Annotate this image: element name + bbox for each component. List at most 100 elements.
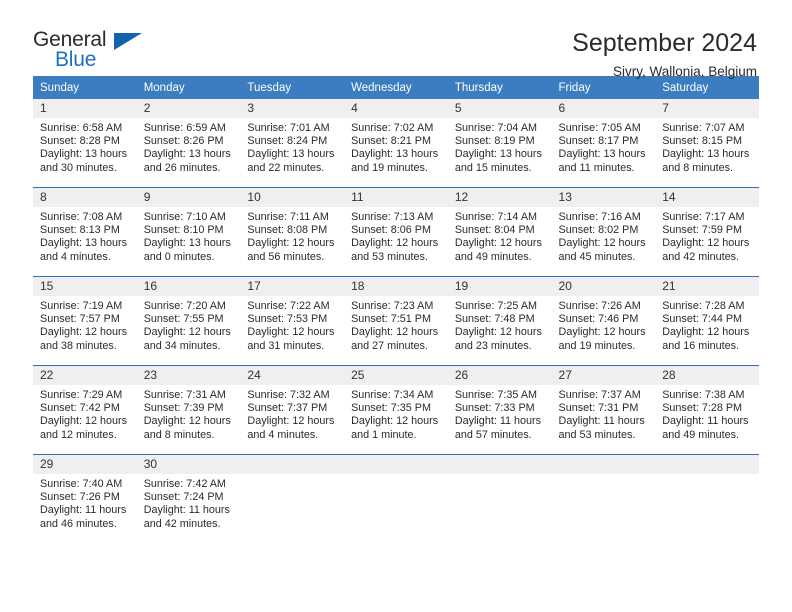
day-cell[interactable]: 13 Sunrise: 7:16 AM Sunset: 8:02 PM Dayligh… xyxy=(551,187,656,277)
day-cell[interactable]: 18 Sunrise: 7:23 AM Sunset: 7:51 PM Dayligh… xyxy=(344,276,448,366)
sunrise-text: Sunrise: 7:28 AM xyxy=(662,300,745,312)
day-cell[interactable]: 16 Sunrise: 7:20 AM Sunset: 7:55 PM Dayligh… xyxy=(136,276,241,366)
day-number: 27 xyxy=(551,366,656,385)
sunrise-text: Sunrise: 7:35 AM xyxy=(454,389,538,401)
day-cell[interactable]: 25 Sunrise: 7:34 AM Sunset: 7:35 PM Dayligh… xyxy=(344,365,448,455)
day-number: 22 xyxy=(33,366,137,385)
sunset-text: Sunset: 8:08 PM xyxy=(247,224,328,237)
sunset-text: Sunset: 7:28 PM xyxy=(662,402,743,415)
daylight-text-line1: Daylight: 12 hours xyxy=(558,237,646,250)
day-cell[interactable]: 17 Sunrise: 7:22 AM Sunset: 7:53 PM Dayligh… xyxy=(240,276,345,366)
sunset-text: Sunset: 7:53 PM xyxy=(247,313,328,326)
daylight-text-line1: Daylight: 12 hours xyxy=(351,237,439,250)
daylight-text-line1: Daylight: 13 hours xyxy=(558,148,646,161)
day-cell[interactable]: 2 Sunrise: 6:59 AM Sunset: 8:26 PM Daylight… xyxy=(136,99,241,188)
sunrise-text: Sunrise: 7:32 AM xyxy=(247,389,330,401)
day-cell-empty xyxy=(447,454,552,543)
daylight-text-line1: Daylight: 11 hours xyxy=(143,504,230,517)
day-cell[interactable]: 10 Sunrise: 7:11 AM Sunset: 8:08 PM Dayligh… xyxy=(240,187,345,277)
day-cell[interactable]: 23 Sunrise: 7:31 AM Sunset: 7:39 PM Dayligh… xyxy=(136,365,241,455)
daylight-text-line2: and 12 minutes. xyxy=(40,428,117,441)
daylight-text-line2: and 8 minutes. xyxy=(662,161,734,174)
daylight-text-line1: Daylight: 13 hours xyxy=(247,148,335,161)
day-cell[interactable]: 21 Sunrise: 7:28 AM Sunset: 7:44 PM Dayligh… xyxy=(655,276,759,366)
daylight-text-line2: and 8 minutes. xyxy=(143,428,215,441)
sunrise-text: Sunrise: 7:31 AM xyxy=(143,389,226,401)
day-cell-empty xyxy=(240,454,345,543)
daylight-text-line2: and 53 minutes. xyxy=(351,250,428,263)
day-number: 29 xyxy=(33,455,137,474)
day-cell[interactable]: 8 Sunrise: 7:08 AM Sunset: 8:13 PM Daylight… xyxy=(33,187,137,277)
week-row: 15 Sunrise: 7:19 AM Sunset: 7:57 PM Dayligh… xyxy=(33,276,759,366)
daylight-text-line2: and 1 minute. xyxy=(351,428,417,441)
sunrise-text: Sunrise: 6:59 AM xyxy=(143,122,226,134)
sunrise-text: Sunrise: 7:07 AM xyxy=(662,122,745,134)
day-number: 12 xyxy=(447,188,552,207)
day-number: 3 xyxy=(240,99,345,118)
daylight-text-line2: and 26 minutes. xyxy=(143,161,221,174)
weekday-header-monday: Monday xyxy=(136,76,241,99)
general-blue-logo[interactable]: General Blue xyxy=(33,28,163,76)
daylight-text-line2: and 53 minutes. xyxy=(558,428,636,441)
daylight-text-line1: Daylight: 13 hours xyxy=(351,148,439,161)
sunset-text: Sunset: 8:26 PM xyxy=(143,135,224,148)
weekday-header-tuesday: Tuesday xyxy=(240,76,345,99)
page-title: September 2024 xyxy=(572,29,757,57)
daylight-text-line2: and 49 minutes. xyxy=(454,250,532,263)
day-cell[interactable]: 28 Sunrise: 7:38 AM Sunset: 7:28 PM Dayligh… xyxy=(655,365,759,455)
day-cell[interactable]: 30 Sunrise: 7:42 AM Sunset: 7:24 PM Dayligh… xyxy=(136,454,241,543)
day-cell[interactable]: 7 Sunrise: 7:07 AM Sunset: 8:15 PM Daylight… xyxy=(655,99,759,188)
sunrise-text: Sunrise: 7:02 AM xyxy=(351,122,434,134)
day-cell[interactable]: 14 Sunrise: 7:17 AM Sunset: 7:59 PM Dayligh… xyxy=(655,187,759,277)
day-cell[interactable]: 5 Sunrise: 7:04 AM Sunset: 8:19 PM Daylight… xyxy=(447,99,552,188)
day-cell[interactable]: 3 Sunrise: 7:01 AM Sunset: 8:24 PM Daylight… xyxy=(240,99,345,188)
day-cell[interactable]: 12 Sunrise: 7:14 AM Sunset: 8:04 PM Dayligh… xyxy=(447,187,552,277)
day-number: 23 xyxy=(136,366,241,385)
sunrise-text: Sunrise: 7:40 AM xyxy=(40,478,123,490)
day-number: 5 xyxy=(447,99,552,118)
daylight-text-line2: and 30 minutes. xyxy=(40,161,117,174)
day-cell-empty xyxy=(551,454,656,543)
week-row: 8 Sunrise: 7:08 AM Sunset: 8:13 PM Daylight… xyxy=(33,187,759,277)
day-cell[interactable]: 26 Sunrise: 7:35 AM Sunset: 7:33 PM Dayligh… xyxy=(447,365,552,455)
day-cell[interactable]: 27 Sunrise: 7:37 AM Sunset: 7:31 PM Dayligh… xyxy=(551,365,656,455)
day-number: 10 xyxy=(240,188,345,207)
day-cell[interactable]: 4 Sunrise: 7:02 AM Sunset: 8:21 PM Daylight… xyxy=(344,99,448,188)
day-cell[interactable]: 19 Sunrise: 7:25 AM Sunset: 7:48 PM Dayligh… xyxy=(447,276,552,366)
day-number: 30 xyxy=(136,455,241,474)
daylight-text-line1: Daylight: 11 hours xyxy=(558,415,645,428)
daylight-text-line2: and 42 minutes. xyxy=(662,250,740,263)
day-number: 6 xyxy=(551,99,656,118)
day-cell[interactable]: 9 Sunrise: 7:10 AM Sunset: 8:10 PM Daylight… xyxy=(136,187,241,277)
day-number: 9 xyxy=(136,188,241,207)
sunrise-text: Sunrise: 7:29 AM xyxy=(40,389,123,401)
sunset-text: Sunset: 8:19 PM xyxy=(454,135,535,148)
day-cell[interactable]: 29 Sunrise: 7:40 AM Sunset: 7:26 PM Dayligh… xyxy=(33,454,137,543)
sunset-text: Sunset: 7:55 PM xyxy=(143,313,224,326)
daylight-text-line1: Daylight: 12 hours xyxy=(247,237,335,250)
day-number: 28 xyxy=(655,366,759,385)
daylight-text-line1: Daylight: 11 hours xyxy=(454,415,542,428)
daylight-text-line2: and 27 minutes. xyxy=(351,339,428,352)
day-cell[interactable]: 20 Sunrise: 7:26 AM Sunset: 7:46 PM Dayligh… xyxy=(551,276,656,366)
daylight-text-line1: Daylight: 11 hours xyxy=(662,415,749,428)
day-cell[interactable]: 24 Sunrise: 7:32 AM Sunset: 7:37 PM Dayligh… xyxy=(240,365,345,455)
day-number: 17 xyxy=(240,277,345,296)
day-number: 14 xyxy=(655,188,759,207)
day-number: 16 xyxy=(136,277,241,296)
sunset-text: Sunset: 8:06 PM xyxy=(351,224,431,237)
day-cell[interactable]: 1 Sunrise: 6:58 AM Sunset: 8:28 PM Daylight… xyxy=(33,99,137,188)
sunrise-text: Sunrise: 7:38 AM xyxy=(662,389,745,401)
day-cell[interactable]: 22 Sunrise: 7:29 AM Sunset: 7:42 PM Dayligh… xyxy=(33,365,137,455)
daylight-text-line2: and 46 minutes. xyxy=(40,517,117,530)
logo-text-blue: Blue xyxy=(55,48,97,71)
day-cell[interactable]: 15 Sunrise: 7:19 AM Sunset: 7:57 PM Dayligh… xyxy=(33,276,137,366)
sunrise-text: Sunrise: 7:37 AM xyxy=(558,389,641,401)
day-cell[interactable]: 11 Sunrise: 7:13 AM Sunset: 8:06 PM Dayligh… xyxy=(344,187,448,277)
sunrise-sunset-calendar: Sunday Monday Tuesday Wednesday Thursday… xyxy=(33,76,759,543)
day-cell[interactable]: 6 Sunrise: 7:05 AM Sunset: 8:17 PM Daylight… xyxy=(551,99,656,188)
sunset-text: Sunset: 8:21 PM xyxy=(351,135,431,148)
daylight-text-line1: Daylight: 12 hours xyxy=(351,326,439,339)
sunset-text: Sunset: 8:17 PM xyxy=(558,135,639,148)
daylight-text-line2: and 16 minutes. xyxy=(662,339,740,352)
